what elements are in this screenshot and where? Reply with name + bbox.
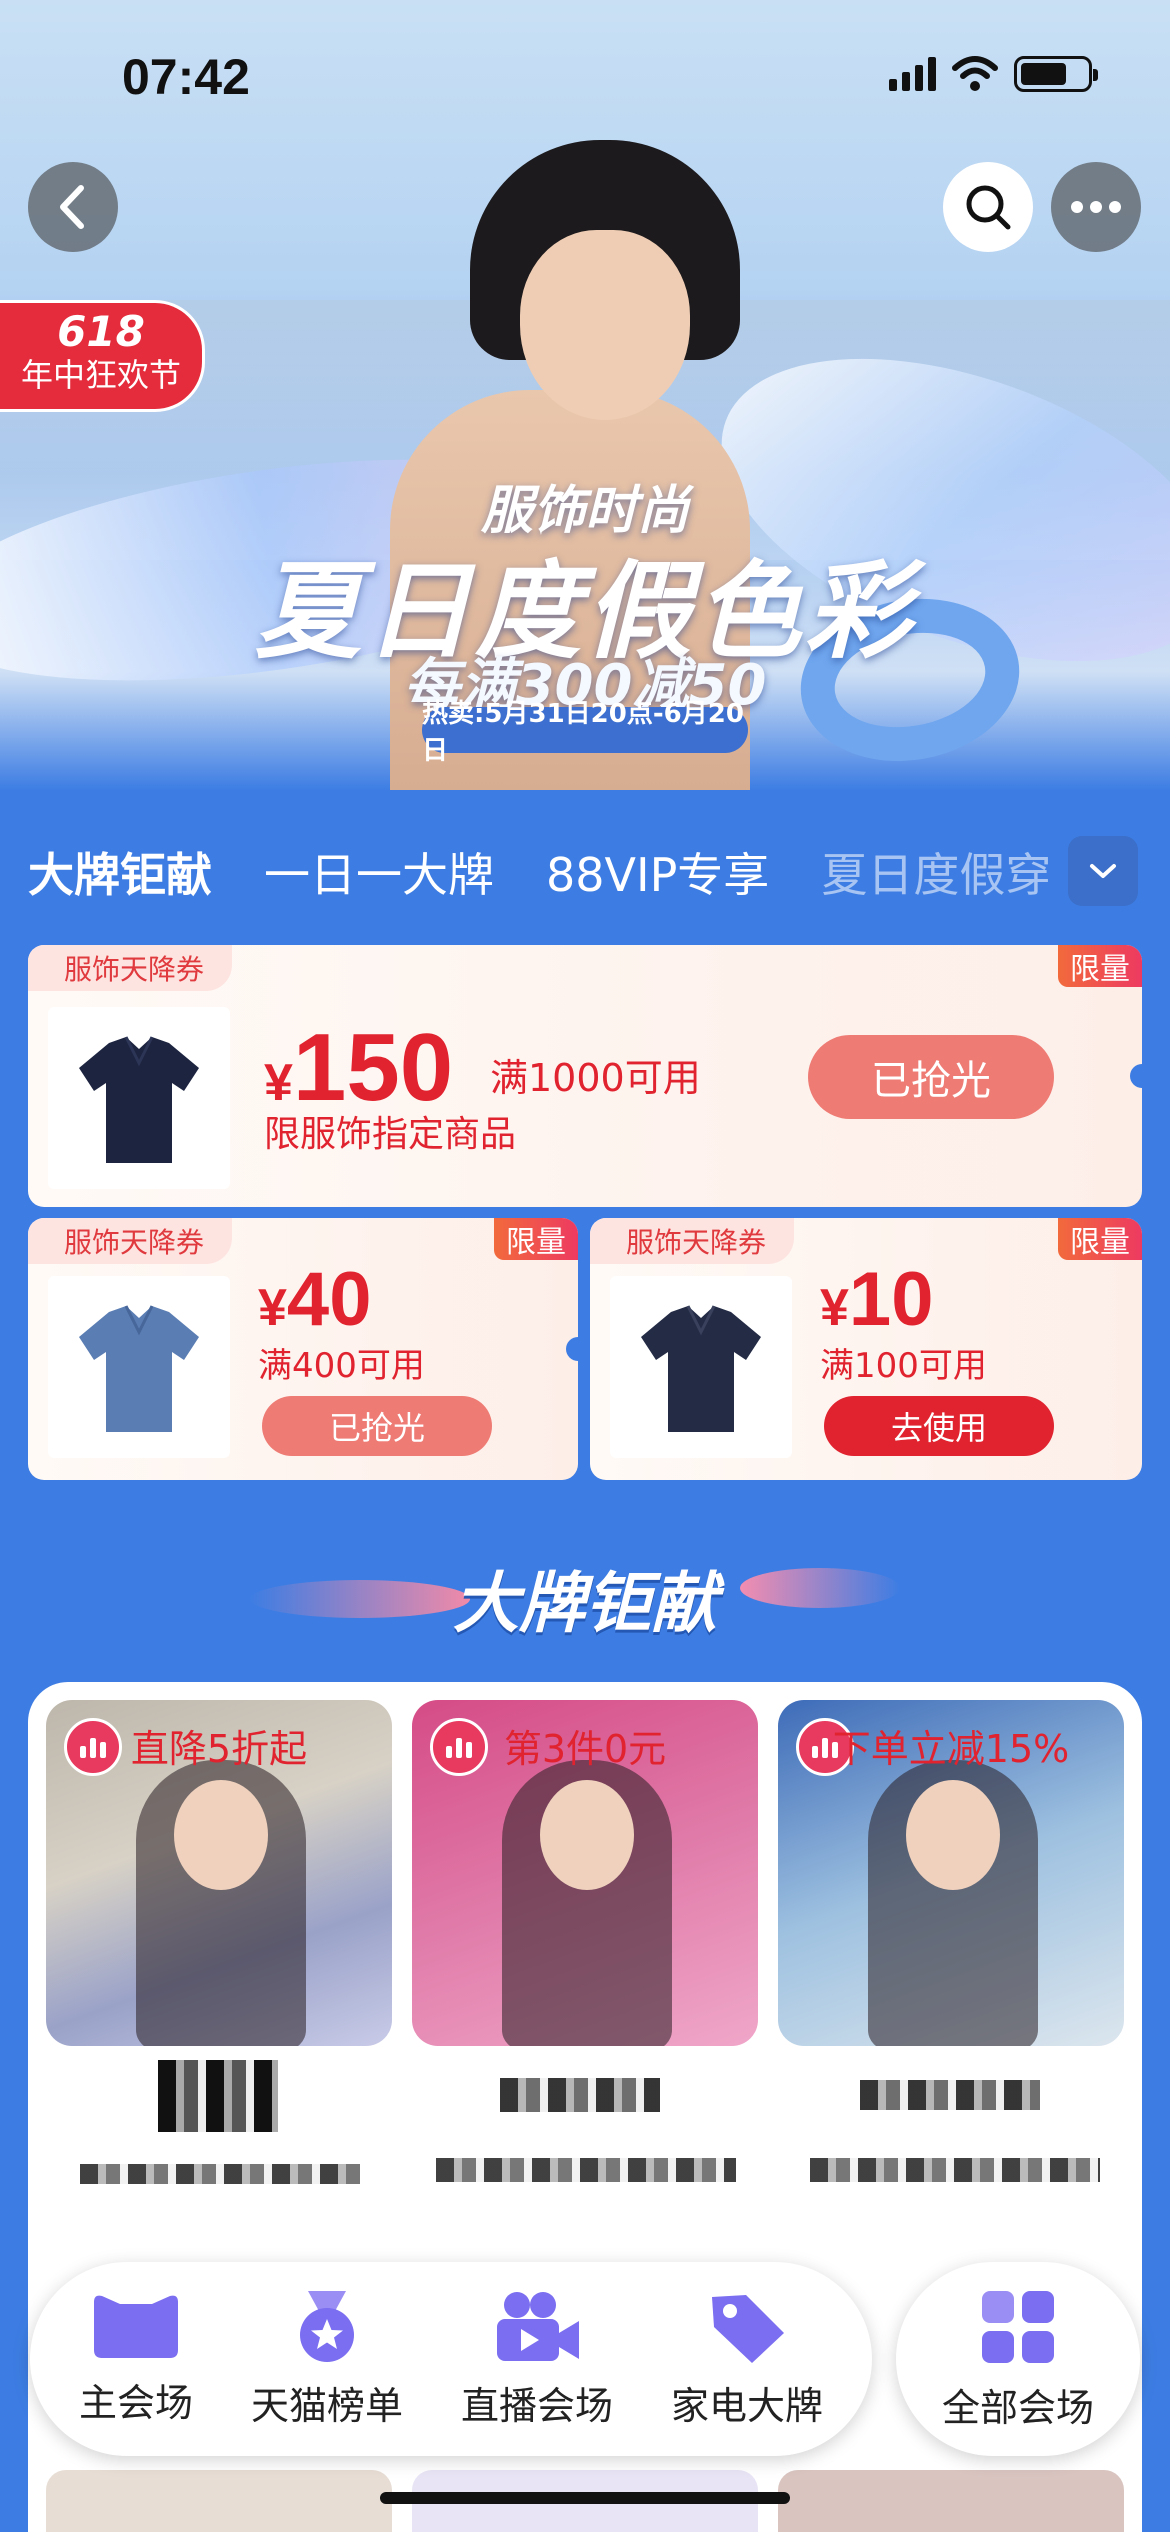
back-button[interactable] — [28, 162, 118, 252]
polo-shirt-icon — [79, 1305, 199, 1432]
battery-icon — [1014, 56, 1098, 92]
search-icon — [966, 185, 1011, 230]
nav-live-venue[interactable]: 直播会场 — [461, 2289, 613, 2430]
polo-shirt-icon — [79, 1036, 199, 1163]
tab-daily-brand[interactable]: 一日一大牌 — [264, 839, 494, 905]
search-button[interactable] — [943, 162, 1033, 252]
coupon-tag: 服饰天降券 — [28, 1218, 233, 1264]
section-title: 大牌钜献 — [453, 1565, 717, 1642]
tab-88vip[interactable]: 88VIP专享 — [546, 839, 769, 905]
wifi-icon — [952, 56, 998, 91]
event-badge[interactable]: 618 年中狂欢节 — [0, 300, 205, 412]
coupon-condition: 满1000可用 — [490, 1056, 701, 1100]
product-peek-1 — [46, 2470, 392, 2532]
more-dots-icon — [1071, 201, 1121, 213]
chevron-left-icon — [60, 185, 84, 229]
brand-logo-1-obscured — [158, 2060, 278, 2132]
home-indicator — [380, 2492, 790, 2504]
coupon-amount: ¥40 — [258, 1257, 372, 1342]
coupon-scope: 限服饰指定商品 — [264, 1114, 517, 1155]
brand-name-2-obscured — [436, 2158, 736, 2182]
nav-main-venue[interactable]: 主会场 — [79, 2292, 193, 2427]
tab-summer-wear[interactable]: 夏日度假穿 — [821, 839, 1051, 905]
brand-deal-1: 直降5折起 — [130, 1727, 308, 1771]
tabs-expand-button[interactable] — [1068, 836, 1138, 906]
sold-out-button[interactable]: 已抢光 — [262, 1396, 492, 1456]
brand-name-3-obscured — [810, 2158, 1100, 2182]
brand-logo-3-obscured — [860, 2080, 1040, 2110]
medal-icon — [299, 2290, 354, 2362]
limited-badge: 限量 — [1058, 945, 1142, 987]
nav-tmall-ranking[interactable]: 天猫榜单 — [251, 2289, 403, 2430]
status-icons — [889, 56, 1098, 92]
event-badge-text: 年中狂欢节 — [20, 356, 181, 394]
tag-icon — [711, 2294, 784, 2363]
coupon-150[interactable]: 服饰天降券 限量 ¥150 满1000可用 限服饰指定商品 已抢光 — [28, 945, 1142, 1207]
polo-shirt-image — [48, 1007, 230, 1189]
hero-date-pill: 热卖:5月31日20点-6月20日 — [422, 699, 748, 766]
coupon-tag: 服饰天降券 — [28, 945, 233, 991]
coupon-amount: ¥10 — [820, 1257, 934, 1342]
event-badge-number: 618 — [57, 307, 145, 356]
category-tabs: 大牌钜献 一日一大牌 88VIP专享 夏日度假穿 — [0, 832, 1170, 912]
tab-brand-offers[interactable]: 大牌钜献 — [28, 839, 212, 905]
product-peek-3 — [778, 2470, 1124, 2532]
coupon-10[interactable]: 服饰天降券 限量 ¥10 满100可用 去使用 — [590, 1218, 1142, 1480]
limited-badge: 限量 — [1058, 1218, 1142, 1260]
polo-shirt-image — [48, 1276, 230, 1458]
brand-name-1-obscured — [80, 2164, 360, 2184]
signal-icon — [889, 57, 936, 91]
coupon-condition: 满100可用 — [820, 1346, 987, 1386]
nav-appliance-brands[interactable]: 家电大牌 — [671, 2289, 823, 2430]
more-button[interactable] — [1051, 162, 1141, 252]
limited-badge: 限量 — [494, 1218, 578, 1260]
brand-deal-3: 下单立减15% — [832, 1727, 1070, 1771]
coupon-40[interactable]: 服饰天降券 限量 ¥40 满400可用 已抢光 — [28, 1218, 578, 1480]
polo-shirt-image — [610, 1276, 792, 1458]
polo-shirt-icon — [641, 1305, 761, 1432]
coupon-condition: 满400可用 — [258, 1346, 425, 1386]
nav-all-venues[interactable]: 全部会场 — [896, 2262, 1140, 2456]
bottom-nav: 主会场 天猫榜单 直播会场 家电大牌 — [30, 2262, 872, 2456]
chevron-down-icon — [1090, 864, 1116, 878]
use-coupon-button[interactable]: 去使用 — [824, 1396, 1054, 1456]
tmall-cat-icon — [93, 2295, 178, 2358]
status-time: 07:42 — [122, 49, 250, 105]
brand-deal-2: 第3件0元 — [503, 1727, 667, 1771]
sold-out-button[interactable]: 已抢光 — [808, 1035, 1054, 1119]
coupon-tag: 服饰天降券 — [590, 1218, 795, 1264]
grid-icon — [982, 2290, 1054, 2363]
brand-logo-2-obscured — [500, 2078, 660, 2112]
video-camera-icon — [496, 2291, 579, 2361]
